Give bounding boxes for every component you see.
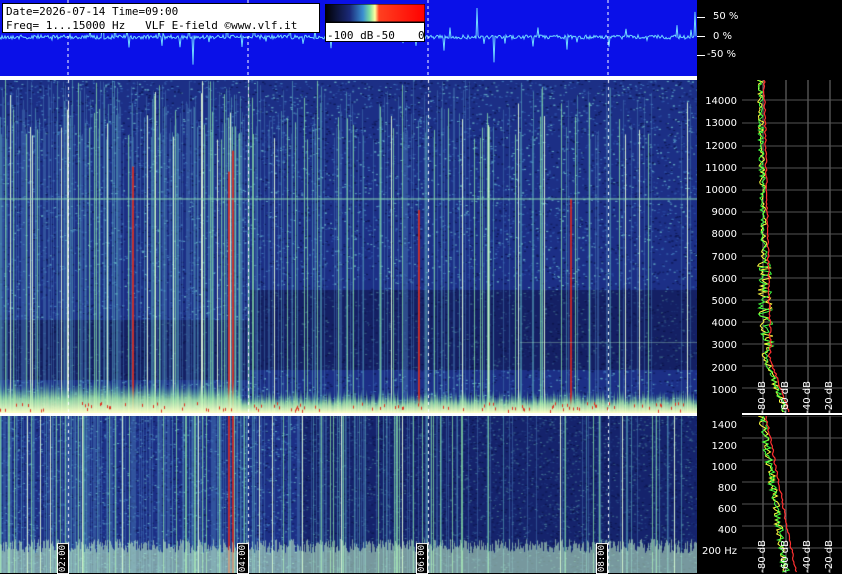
freq-tick-label: 8000	[711, 229, 737, 241]
low-frequency-axis: 200 Hz 400 600 800 1000 1200 1400	[697, 416, 742, 573]
db-tick-label: -40 dB	[802, 540, 813, 573]
time-tick-label: 08:00	[596, 543, 608, 574]
freq-tick-label: 13000	[705, 118, 737, 130]
low-freq-tick-label: 200 Hz	[701, 546, 737, 558]
freq-tick-label: 3000	[711, 340, 737, 352]
freq-tick-label: 5000	[711, 296, 737, 307]
spectrogram-low-freq	[0, 416, 697, 573]
spectrogram-main	[0, 80, 697, 413]
freq-tick-label: 4000	[711, 318, 737, 330]
low-freq-tick-label: 1000	[711, 462, 737, 474]
time-tick-label: 06:00	[416, 543, 428, 574]
colorbar-label-min: -100 dB	[327, 29, 374, 42]
freq-tick-label: 11000	[705, 162, 737, 174]
colorbar	[325, 4, 425, 22]
freq-line: Freq= 1...15000 Hz VLF E-field ©www.vlf.…	[6, 19, 298, 32]
low-freq-tick-label: 600	[717, 504, 737, 516]
pct-label-50: 50 %	[713, 11, 739, 22]
freq-tick-label: 10000	[705, 185, 737, 196]
freq-tick-label: 9000	[711, 207, 737, 219]
pct-label-0: 0 %	[713, 31, 733, 42]
freq-tick-label: 7000	[711, 251, 737, 263]
colorbar-labels: -100 dB -50 0	[325, 22, 425, 42]
colorbar-label-mid: -50	[375, 29, 395, 42]
info-box: Date=2026-07-14 Time=09:00 Freq= 1...150…	[2, 3, 320, 33]
freq-tick-label: 12000	[705, 140, 737, 152]
db-tick-label: -20 dB	[824, 381, 835, 414]
spectrum-profile-main	[742, 80, 842, 413]
freq-tick-label: 6000	[711, 273, 737, 285]
db-tick-label: -60 dB	[780, 381, 791, 414]
freq-tick-label: 1000	[711, 384, 737, 396]
main-frequency-axis: 1000 2000 3000 4000 5000 6000 7000 8000 9000 1000…	[697, 80, 742, 413]
db-tick-label: -20 dB	[824, 540, 835, 573]
low-freq-tick-label: 800	[717, 483, 737, 495]
db-tick-label: -80 dB	[757, 540, 768, 573]
time-tick-label: 04:00	[237, 543, 249, 574]
freq-tick-label: 2000	[711, 362, 737, 374]
db-tick-label: -80 dB	[757, 381, 768, 414]
low-freq-tick-label: 400	[717, 525, 737, 537]
low-freq-tick-label: 1200	[711, 441, 737, 453]
date-time-line: Date=2026-07-14 Time=09:00	[6, 5, 179, 18]
time-tick-label: 02:00	[57, 543, 69, 574]
low-freq-tick-label: 1400	[711, 420, 737, 432]
waveform-percent-axis: 50 % 0 % -50 %	[697, 0, 842, 76]
pct-label-neg50: -50 %	[707, 49, 737, 60]
freq-tick-label: 14000	[705, 96, 737, 108]
db-tick-label: -40 dB	[802, 381, 813, 414]
db-tick-label: -60 dB	[780, 540, 791, 573]
colorbar-label-max: 0	[418, 29, 425, 42]
